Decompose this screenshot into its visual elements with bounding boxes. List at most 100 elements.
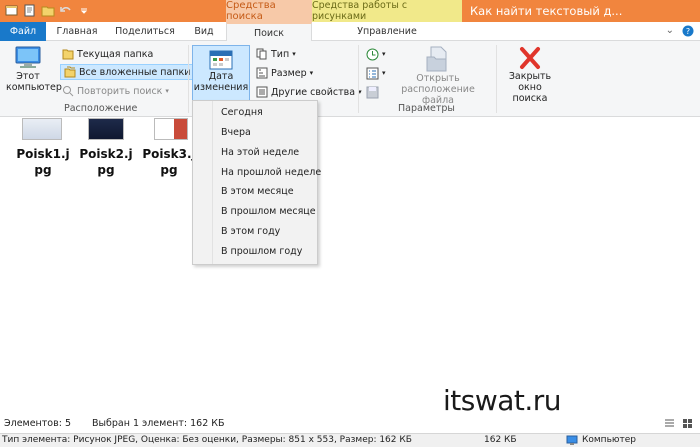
chevron-down-icon: ▾ bbox=[382, 50, 386, 58]
chevron-down-icon: ▾ bbox=[292, 50, 296, 58]
tab-row-icons: ⌄ ? bbox=[666, 25, 694, 40]
undo-icon[interactable] bbox=[58, 3, 73, 18]
advanced-options-icon bbox=[366, 67, 379, 79]
type-icon bbox=[256, 48, 267, 60]
item-count: Элементов: 5 bbox=[4, 418, 71, 429]
computer-small-icon bbox=[566, 435, 578, 447]
date-modified-label: Дата изменения bbox=[193, 71, 249, 93]
properties-list-icon bbox=[256, 86, 268, 98]
menu-gutter bbox=[193, 101, 213, 264]
file-item[interactable]: Poisk1.j pg bbox=[12, 146, 74, 178]
calendar-icon bbox=[209, 50, 233, 70]
file-thumbnail[interactable] bbox=[22, 118, 62, 140]
size-icon bbox=[256, 67, 268, 79]
ribbon-separator bbox=[188, 45, 189, 113]
open-file-location-label: Открыть расположение файла bbox=[401, 73, 475, 106]
file-thumbnail[interactable] bbox=[154, 118, 188, 140]
file-item[interactable]: Poisk3.j pg bbox=[138, 146, 200, 178]
date-modified-button[interactable]: Дата изменения bbox=[192, 45, 250, 101]
details-bar: Тип элемента: Рисунок JPEG, Оценка: Без … bbox=[0, 433, 700, 447]
window-title: Как найти текстовый д... bbox=[470, 4, 623, 18]
repeat-search-label: Повторить поиск bbox=[77, 85, 163, 97]
save-search-button[interactable] bbox=[366, 84, 379, 100]
parameters-group-label: Параметры bbox=[398, 103, 455, 114]
chevron-down-icon: ▾ bbox=[382, 69, 386, 77]
this-pc-button[interactable]: Этот компьютер bbox=[6, 45, 62, 93]
open-file-location-button[interactable]: Открыть расположение файла bbox=[388, 45, 488, 106]
tab-search[interactable]: Поиск bbox=[226, 22, 312, 42]
file-name-ext: pg bbox=[160, 163, 178, 177]
location-group-label: Расположение bbox=[64, 103, 138, 114]
tab-share[interactable]: Поделиться bbox=[110, 22, 180, 41]
repeat-search-button[interactable]: Повторить поиск ▾ bbox=[62, 83, 169, 99]
subfolders-icon bbox=[64, 66, 76, 78]
file-thumbnail[interactable] bbox=[88, 118, 124, 140]
size-label: Размер bbox=[271, 67, 307, 79]
other-properties-label: Другие свойства bbox=[271, 86, 356, 98]
file-name: Poisk2.j bbox=[79, 147, 133, 161]
save-icon bbox=[366, 86, 379, 98]
menu-item-last-year[interactable]: В прошлом году bbox=[221, 246, 302, 257]
type-button[interactable]: Тип ▾ bbox=[256, 46, 296, 62]
details-view-icon[interactable] bbox=[664, 418, 675, 432]
chevron-down-icon: ▾ bbox=[165, 87, 169, 95]
quick-access-toolbar bbox=[4, 3, 91, 18]
file-name-ext: pg bbox=[97, 163, 115, 177]
file-location-icon bbox=[426, 46, 447, 72]
this-pc-label: Этот компьютер bbox=[6, 71, 62, 93]
computer-icon bbox=[15, 46, 41, 68]
ribbon-separator bbox=[358, 45, 359, 113]
date-modified-menu: Сегодня Вчера На этой неделе На прошлой … bbox=[192, 100, 321, 265]
file-item[interactable]: Poisk2.j pg bbox=[75, 146, 137, 178]
help-icon[interactable]: ? bbox=[682, 25, 694, 40]
tab-home[interactable]: Главная bbox=[52, 22, 102, 41]
current-folder-button[interactable]: Текущая папка bbox=[62, 46, 153, 62]
menu-item-last-month[interactable]: В прошлом месяце bbox=[221, 206, 316, 217]
current-folder-label: Текущая папка bbox=[77, 48, 154, 60]
close-icon bbox=[520, 47, 540, 69]
context-search-tools: Средства поиска bbox=[226, 0, 312, 22]
status-bar: Элементов: 5 Выбран 1 элемент: 162 КБ bbox=[0, 414, 700, 433]
window-menu-icon[interactable] bbox=[4, 3, 19, 18]
menu-item-last-week[interactable]: На прошлой неделе bbox=[221, 167, 321, 178]
menu-item-today[interactable]: Сегодня bbox=[221, 107, 263, 118]
properties-icon[interactable] bbox=[22, 3, 37, 18]
file-name-ext: pg bbox=[34, 163, 52, 177]
customize-toolbar-icon[interactable] bbox=[76, 3, 91, 18]
all-subfolders-button[interactable]: Все вложенные папки bbox=[60, 64, 195, 80]
file-name: Poisk3.j bbox=[142, 147, 196, 161]
close-search-button[interactable]: Закрыть окно поиска bbox=[500, 45, 560, 104]
file-details: Тип элемента: Рисунок JPEG, Оценка: Без … bbox=[2, 435, 412, 445]
menu-item-this-month[interactable]: В этом месяце bbox=[221, 186, 294, 197]
collapse-ribbon-icon[interactable]: ⌄ bbox=[666, 25, 674, 40]
advanced-options-button[interactable]: ▾ bbox=[366, 65, 386, 81]
repeat-search-icon bbox=[63, 86, 74, 97]
watermark: itswat.ru bbox=[443, 384, 562, 417]
file-size: 162 КБ bbox=[484, 435, 517, 445]
tab-view[interactable]: Вид bbox=[186, 22, 222, 41]
close-search-label: Закрыть окно поиска bbox=[508, 71, 552, 104]
menu-item-this-week[interactable]: На этой неделе bbox=[221, 147, 299, 158]
large-icons-view-icon[interactable] bbox=[682, 418, 693, 432]
other-properties-button[interactable]: Другие свойства ▾ bbox=[256, 84, 362, 100]
ribbon-separator bbox=[496, 45, 497, 113]
file-name: Poisk1.j bbox=[16, 147, 70, 161]
svg-text:?: ? bbox=[686, 27, 690, 36]
tab-manage[interactable]: Управление bbox=[312, 22, 462, 41]
menu-item-yesterday[interactable]: Вчера bbox=[221, 127, 251, 138]
ribbon-tabs: Файл Главная Поделиться Вид Поиск Управл… bbox=[0, 22, 700, 42]
context-picture-tools: Средства работы с рисунками bbox=[312, 0, 462, 22]
location-label: Компьютер bbox=[582, 435, 636, 445]
menu-item-this-year[interactable]: В этом году bbox=[221, 226, 280, 237]
ribbon: Этот компьютер Текущая папка Все вложенн… bbox=[0, 41, 700, 117]
new-folder-icon[interactable] bbox=[40, 3, 55, 18]
recent-searches-button[interactable]: ▾ bbox=[366, 46, 386, 62]
all-subfolders-label: Все вложенные папки bbox=[79, 66, 191, 78]
title-bar: Средства поиска Средства работы с рисунк… bbox=[0, 0, 700, 22]
tab-file[interactable]: Файл bbox=[0, 22, 46, 41]
size-button[interactable]: Размер ▾ bbox=[256, 65, 313, 81]
folder-icon bbox=[62, 49, 74, 60]
recent-searches-icon bbox=[366, 48, 379, 60]
type-label: Тип bbox=[271, 48, 290, 60]
chevron-down-icon: ▾ bbox=[309, 69, 314, 77]
